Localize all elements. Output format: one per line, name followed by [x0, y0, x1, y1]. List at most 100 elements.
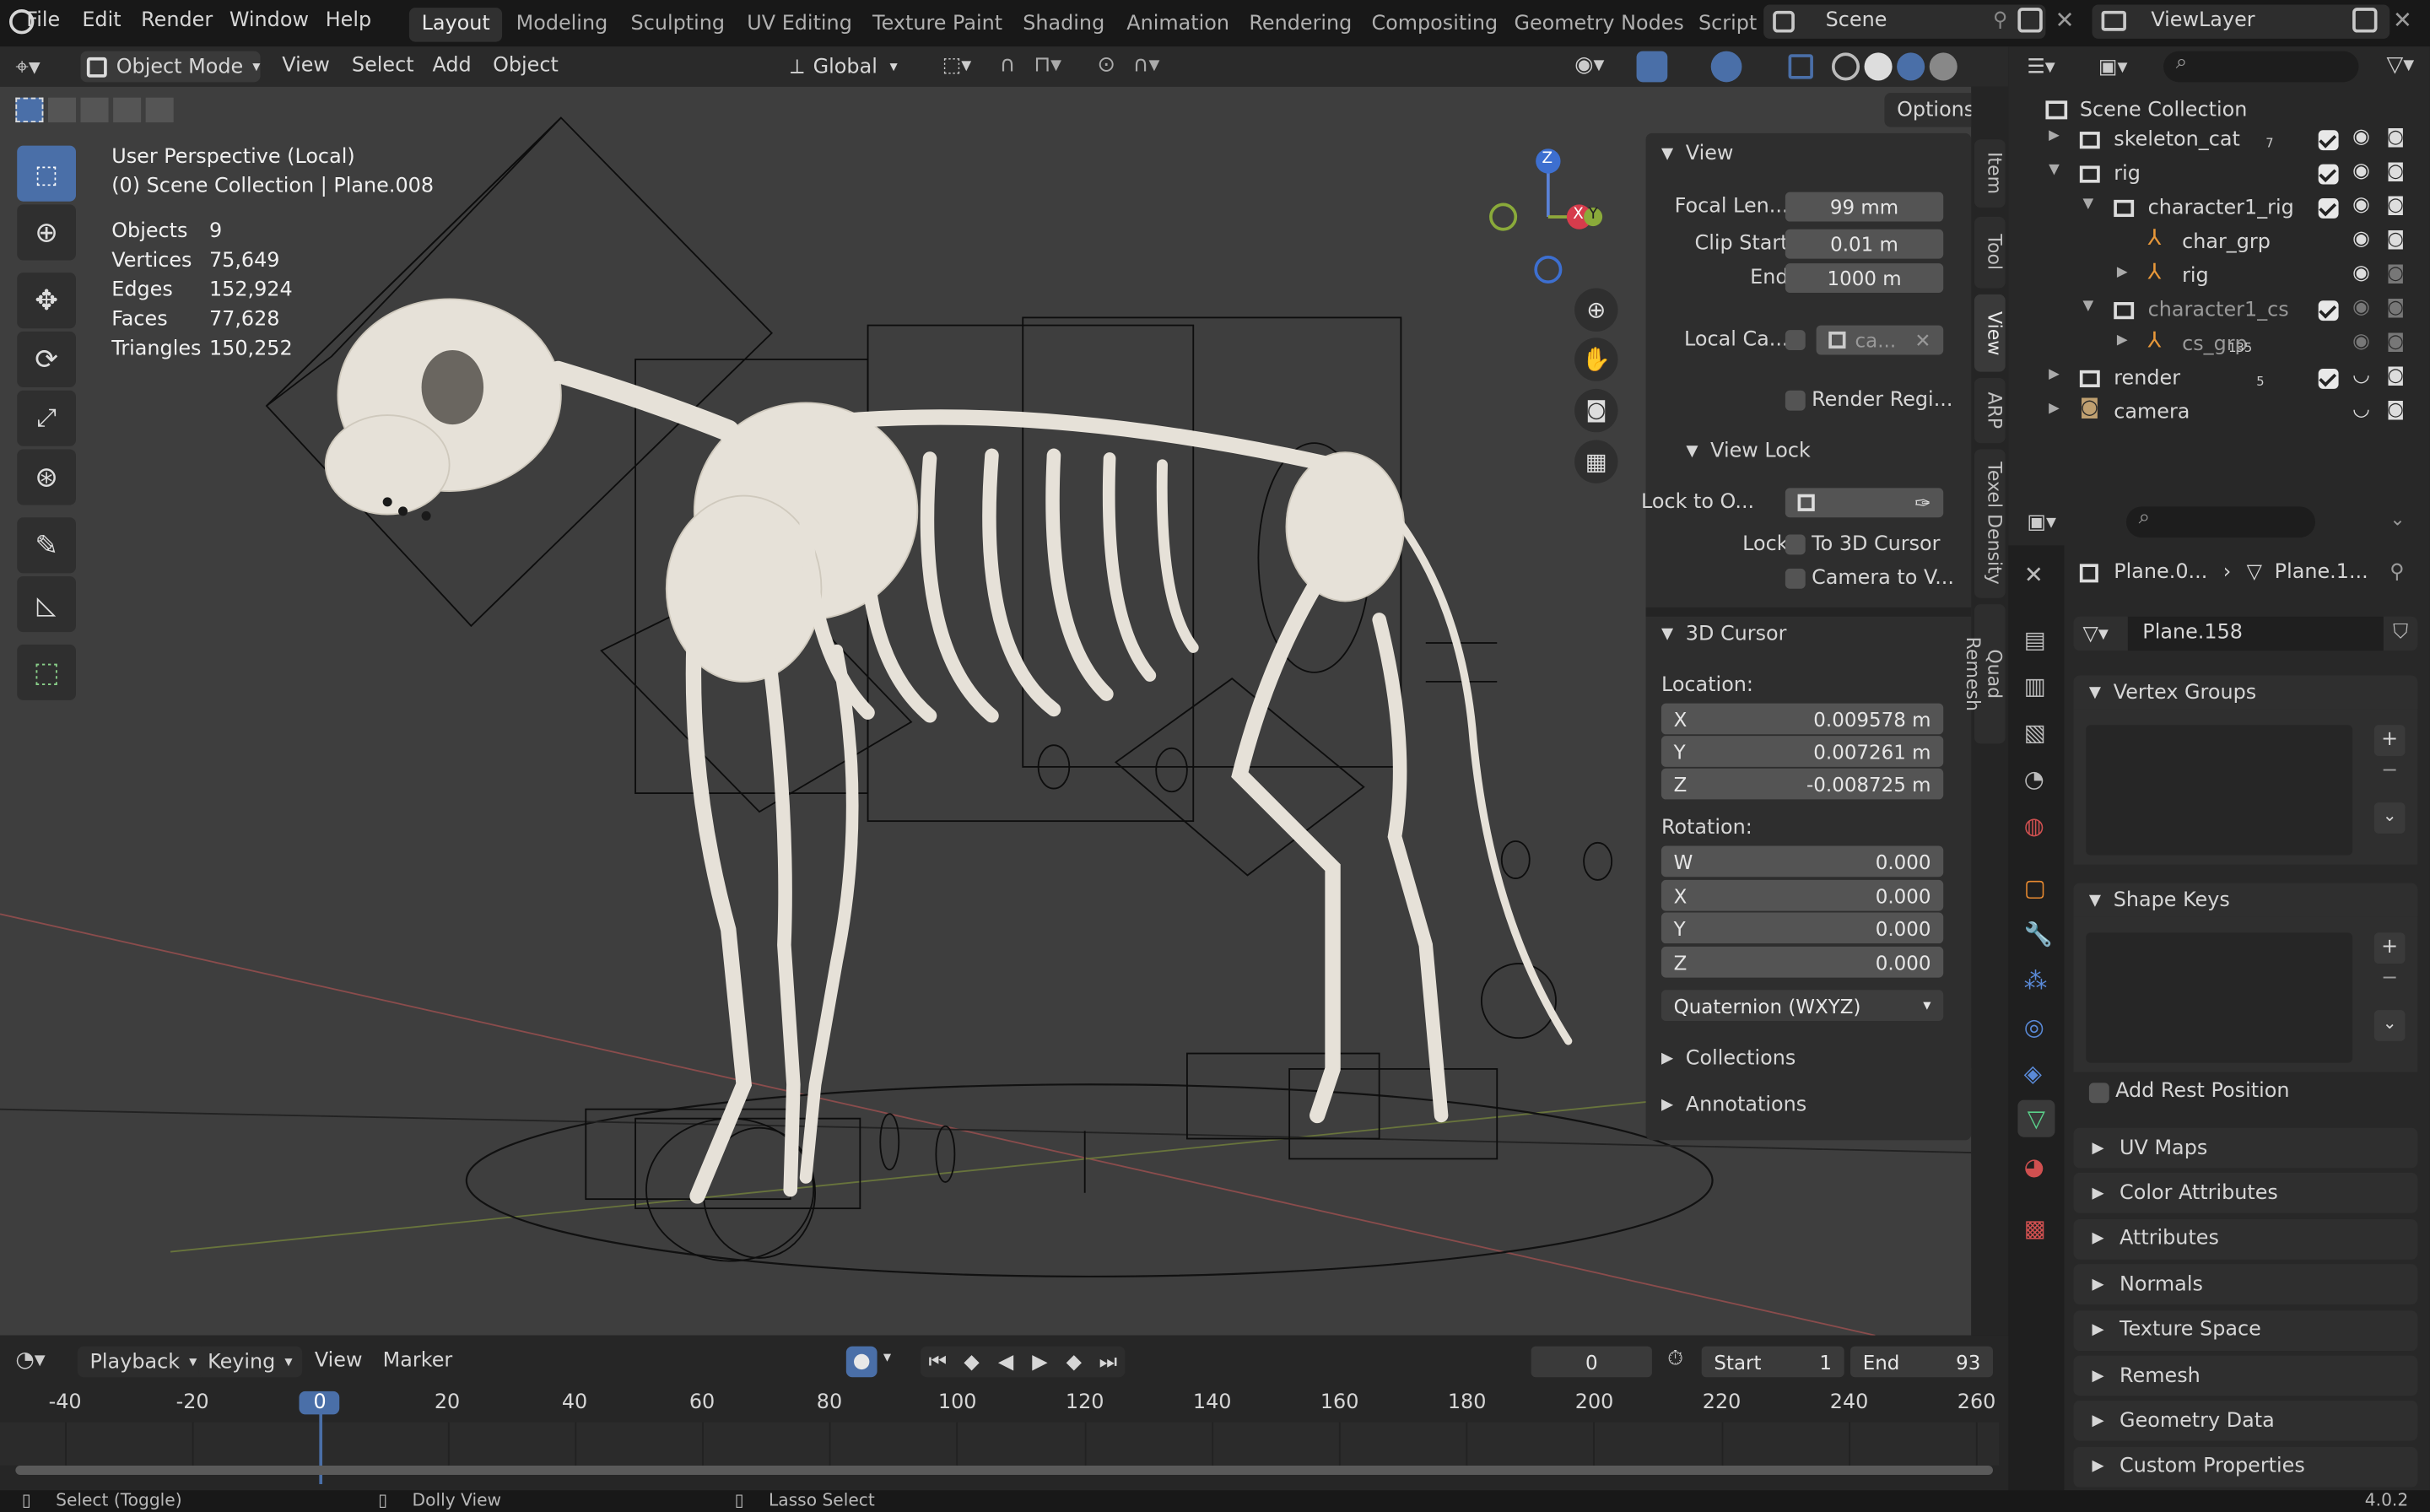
- end-frame-field[interactable]: End 93: [1850, 1346, 1993, 1378]
- pin-icon[interactable]: ⚲: [1993, 9, 2008, 33]
- vertex-groups-header[interactable]: ▼ Vertex Groups: [2073, 675, 2418, 710]
- select-box-tool[interactable]: ⬚: [17, 145, 76, 202]
- overlay-toggle-icon[interactable]: [1710, 51, 1742, 83]
- texture-properties-icon[interactable]: ▩: [2024, 1215, 2046, 1243]
- exclude-checkbox[interactable]: [2318, 164, 2339, 185]
- play-icon[interactable]: ▶: [1023, 1350, 1056, 1374]
- render-region-checkbox[interactable]: [1785, 390, 1806, 411]
- tab-uv-editing[interactable]: UV Editing: [735, 8, 865, 41]
- output-properties-icon[interactable]: ▥: [2024, 672, 2046, 700]
- tab-texel-density[interactable]: Texel Density: [1974, 449, 2006, 598]
- cursor-location-x[interactable]: X 0.009578 m: [1660, 703, 1944, 735]
- object-properties-icon[interactable]: ▢: [2024, 874, 2046, 902]
- tab-rendering[interactable]: Rendering: [1237, 8, 1364, 41]
- auto-keying-button[interactable]: [845, 1346, 878, 1378]
- editor-type-icon[interactable]: ⌖▾: [15, 52, 40, 80]
- view-layer-properties-icon[interactable]: ▧: [2024, 719, 2046, 747]
- move-tool[interactable]: ✥: [17, 273, 76, 329]
- new-view-layer-icon[interactable]: [2352, 8, 2378, 33]
- tab-texture-paint[interactable]: Texture Paint: [860, 8, 1014, 41]
- solid-shading-icon[interactable]: [1864, 52, 1893, 81]
- select-new-icon[interactable]: [15, 97, 44, 123]
- timeline-track-area[interactable]: [0, 1422, 2000, 1466]
- tab-modeling[interactable]: Modeling: [504, 8, 620, 41]
- panel-section-header[interactable]: ▶ UV Maps: [2073, 1127, 2418, 1169]
- view-panel-header[interactable]: ▼ View: [1661, 143, 1734, 166]
- chevron-right-icon[interactable]: ▶: [2049, 128, 2060, 143]
- menu-render[interactable]: Render: [141, 9, 213, 33]
- timeline-scrollbar[interactable]: [15, 1465, 1993, 1475]
- remove-vertex-group-button[interactable]: −: [2374, 759, 2406, 787]
- render-camera-icon[interactable]: ◙: [2387, 228, 2405, 250]
- eye-icon[interactable]: ◡: [2352, 364, 2370, 387]
- cursor-rotation-z[interactable]: Z 0.000: [1660, 946, 1944, 978]
- add-shape-key-button[interactable]: +: [2373, 932, 2406, 964]
- tab-quad-remesh[interactable]: Quad Remesh: [1962, 604, 2006, 744]
- render-camera-icon[interactable]: ◙: [2387, 194, 2405, 216]
- lock-to-cursor-checkbox[interactable]: [1785, 534, 1806, 555]
- remove-shape-key-button[interactable]: −: [2374, 967, 2406, 995]
- menu-window[interactable]: Window: [230, 9, 309, 33]
- constraints-properties-icon[interactable]: ◈: [2024, 1060, 2042, 1088]
- snap-target-icon[interactable]: ⊓▾: [1034, 52, 1061, 77]
- shape-key-menu-button[interactable]: ⌄: [2373, 1010, 2406, 1041]
- outliner-editor-icon[interactable]: ☰▾: [2027, 56, 2055, 79]
- add-cube-tool[interactable]: ⬚: [17, 644, 76, 700]
- tab-script[interactable]: Script: [1686, 8, 1769, 41]
- jump-end-icon[interactable]: ⏭: [1091, 1350, 1125, 1374]
- timeline-view-menu[interactable]: View: [315, 1349, 363, 1373]
- timeline-marker-menu[interactable]: Marker: [383, 1349, 453, 1373]
- panel-section-header[interactable]: ▶ Normals: [2073, 1264, 2418, 1305]
- tab-sculpting[interactable]: Sculpting: [618, 8, 737, 41]
- lock-to-object-field[interactable]: ✑: [1785, 488, 1944, 518]
- view-lock-header[interactable]: ▼ View Lock: [1686, 440, 1811, 463]
- cursor-tool[interactable]: ⊕: [17, 204, 76, 261]
- display-mode-icon[interactable]: ▣▾: [2098, 56, 2128, 79]
- 3d-cursor-header[interactable]: ▼ 3D Cursor: [1661, 623, 1787, 646]
- menu-select[interactable]: Select: [352, 54, 414, 78]
- scene-selector[interactable]: Scene ⚲: [1763, 4, 2046, 39]
- cursor-rotation-x[interactable]: X 0.000: [1660, 879, 1944, 911]
- clear-icon[interactable]: ✕: [1914, 328, 1930, 352]
- zoom-icon[interactable]: ⊕: [1574, 288, 1618, 332]
- delete-view-layer-icon[interactable]: ✕: [2393, 6, 2412, 34]
- breadcrumb-mesh[interactable]: Plane.1...: [2275, 561, 2368, 585]
- cursor-rotation-y[interactable]: Y 0.000: [1660, 912, 1944, 944]
- keyframe-type-dropdown[interactable]: ▾: [883, 1349, 891, 1366]
- measure-tool[interactable]: ◺: [17, 576, 76, 633]
- outliner-search-input[interactable]: ⌕: [2163, 51, 2359, 83]
- scale-tool[interactable]: ⤢: [17, 390, 76, 446]
- eye-icon[interactable]: ◉: [2352, 296, 2370, 320]
- proportional-edit-icon[interactable]: ⊙: [1097, 52, 1115, 77]
- particles-properties-icon[interactable]: ⁂: [2024, 967, 2048, 995]
- frame-ruler[interactable]: -40 -20 0 20 40 60 80 100 120 140 160 180 200 220 240 2…: [0, 1388, 2008, 1419]
- camera-icon[interactable]: ◙: [1574, 388, 1618, 433]
- menu-file[interactable]: File: [26, 9, 60, 33]
- falloff-icon[interactable]: ∩▾: [1133, 52, 1160, 77]
- cursor-location-y[interactable]: Y 0.007261 m: [1660, 736, 1944, 767]
- panel-section-header[interactable]: ▶ Texture Space: [2073, 1310, 2418, 1351]
- timeline-editor-icon[interactable]: ◔▾: [15, 1347, 45, 1372]
- panel-section-header[interactable]: ▶ Color Attributes: [2073, 1173, 2418, 1214]
- local-camera-field[interactable]: ca... ✕: [1816, 325, 1944, 355]
- filter-icon[interactable]: ▽▾: [2387, 52, 2415, 77]
- chevron-right-icon[interactable]: ▶: [2049, 402, 2060, 417]
- panel-section-header[interactable]: ▶ Custom Properties: [2073, 1446, 2418, 1488]
- scene-properties-icon[interactable]: ◔: [2024, 765, 2044, 793]
- vertex-group-menu-button[interactable]: ⌄: [2373, 802, 2406, 834]
- eye-icon[interactable]: ◡: [2352, 398, 2370, 422]
- eye-icon[interactable]: ◉: [2352, 194, 2370, 218]
- vertex-groups-list[interactable]: [2086, 725, 2353, 856]
- panel-section-header[interactable]: ▶ Attributes: [2073, 1218, 2418, 1260]
- chevron-down-icon[interactable]: ▼: [2083, 299, 2094, 314]
- tab-geometry-nodes[interactable]: Geometry Nodes: [1502, 8, 1697, 41]
- keying-dropdown[interactable]: Keying ▾: [198, 1346, 302, 1378]
- pin-icon[interactable]: ⚲: [2390, 561, 2405, 585]
- camera-to-view-checkbox[interactable]: [1785, 568, 1806, 589]
- select-extend-icon[interactable]: [47, 97, 76, 123]
- mesh-name-field[interactable]: Plane.158: [2126, 616, 2384, 651]
- rendered-shading-icon[interactable]: [1929, 52, 1958, 81]
- render-camera-icon[interactable]: ◙: [2387, 159, 2405, 181]
- menu-view[interactable]: View: [282, 54, 330, 78]
- snap-icon[interactable]: ∩: [1000, 52, 1016, 77]
